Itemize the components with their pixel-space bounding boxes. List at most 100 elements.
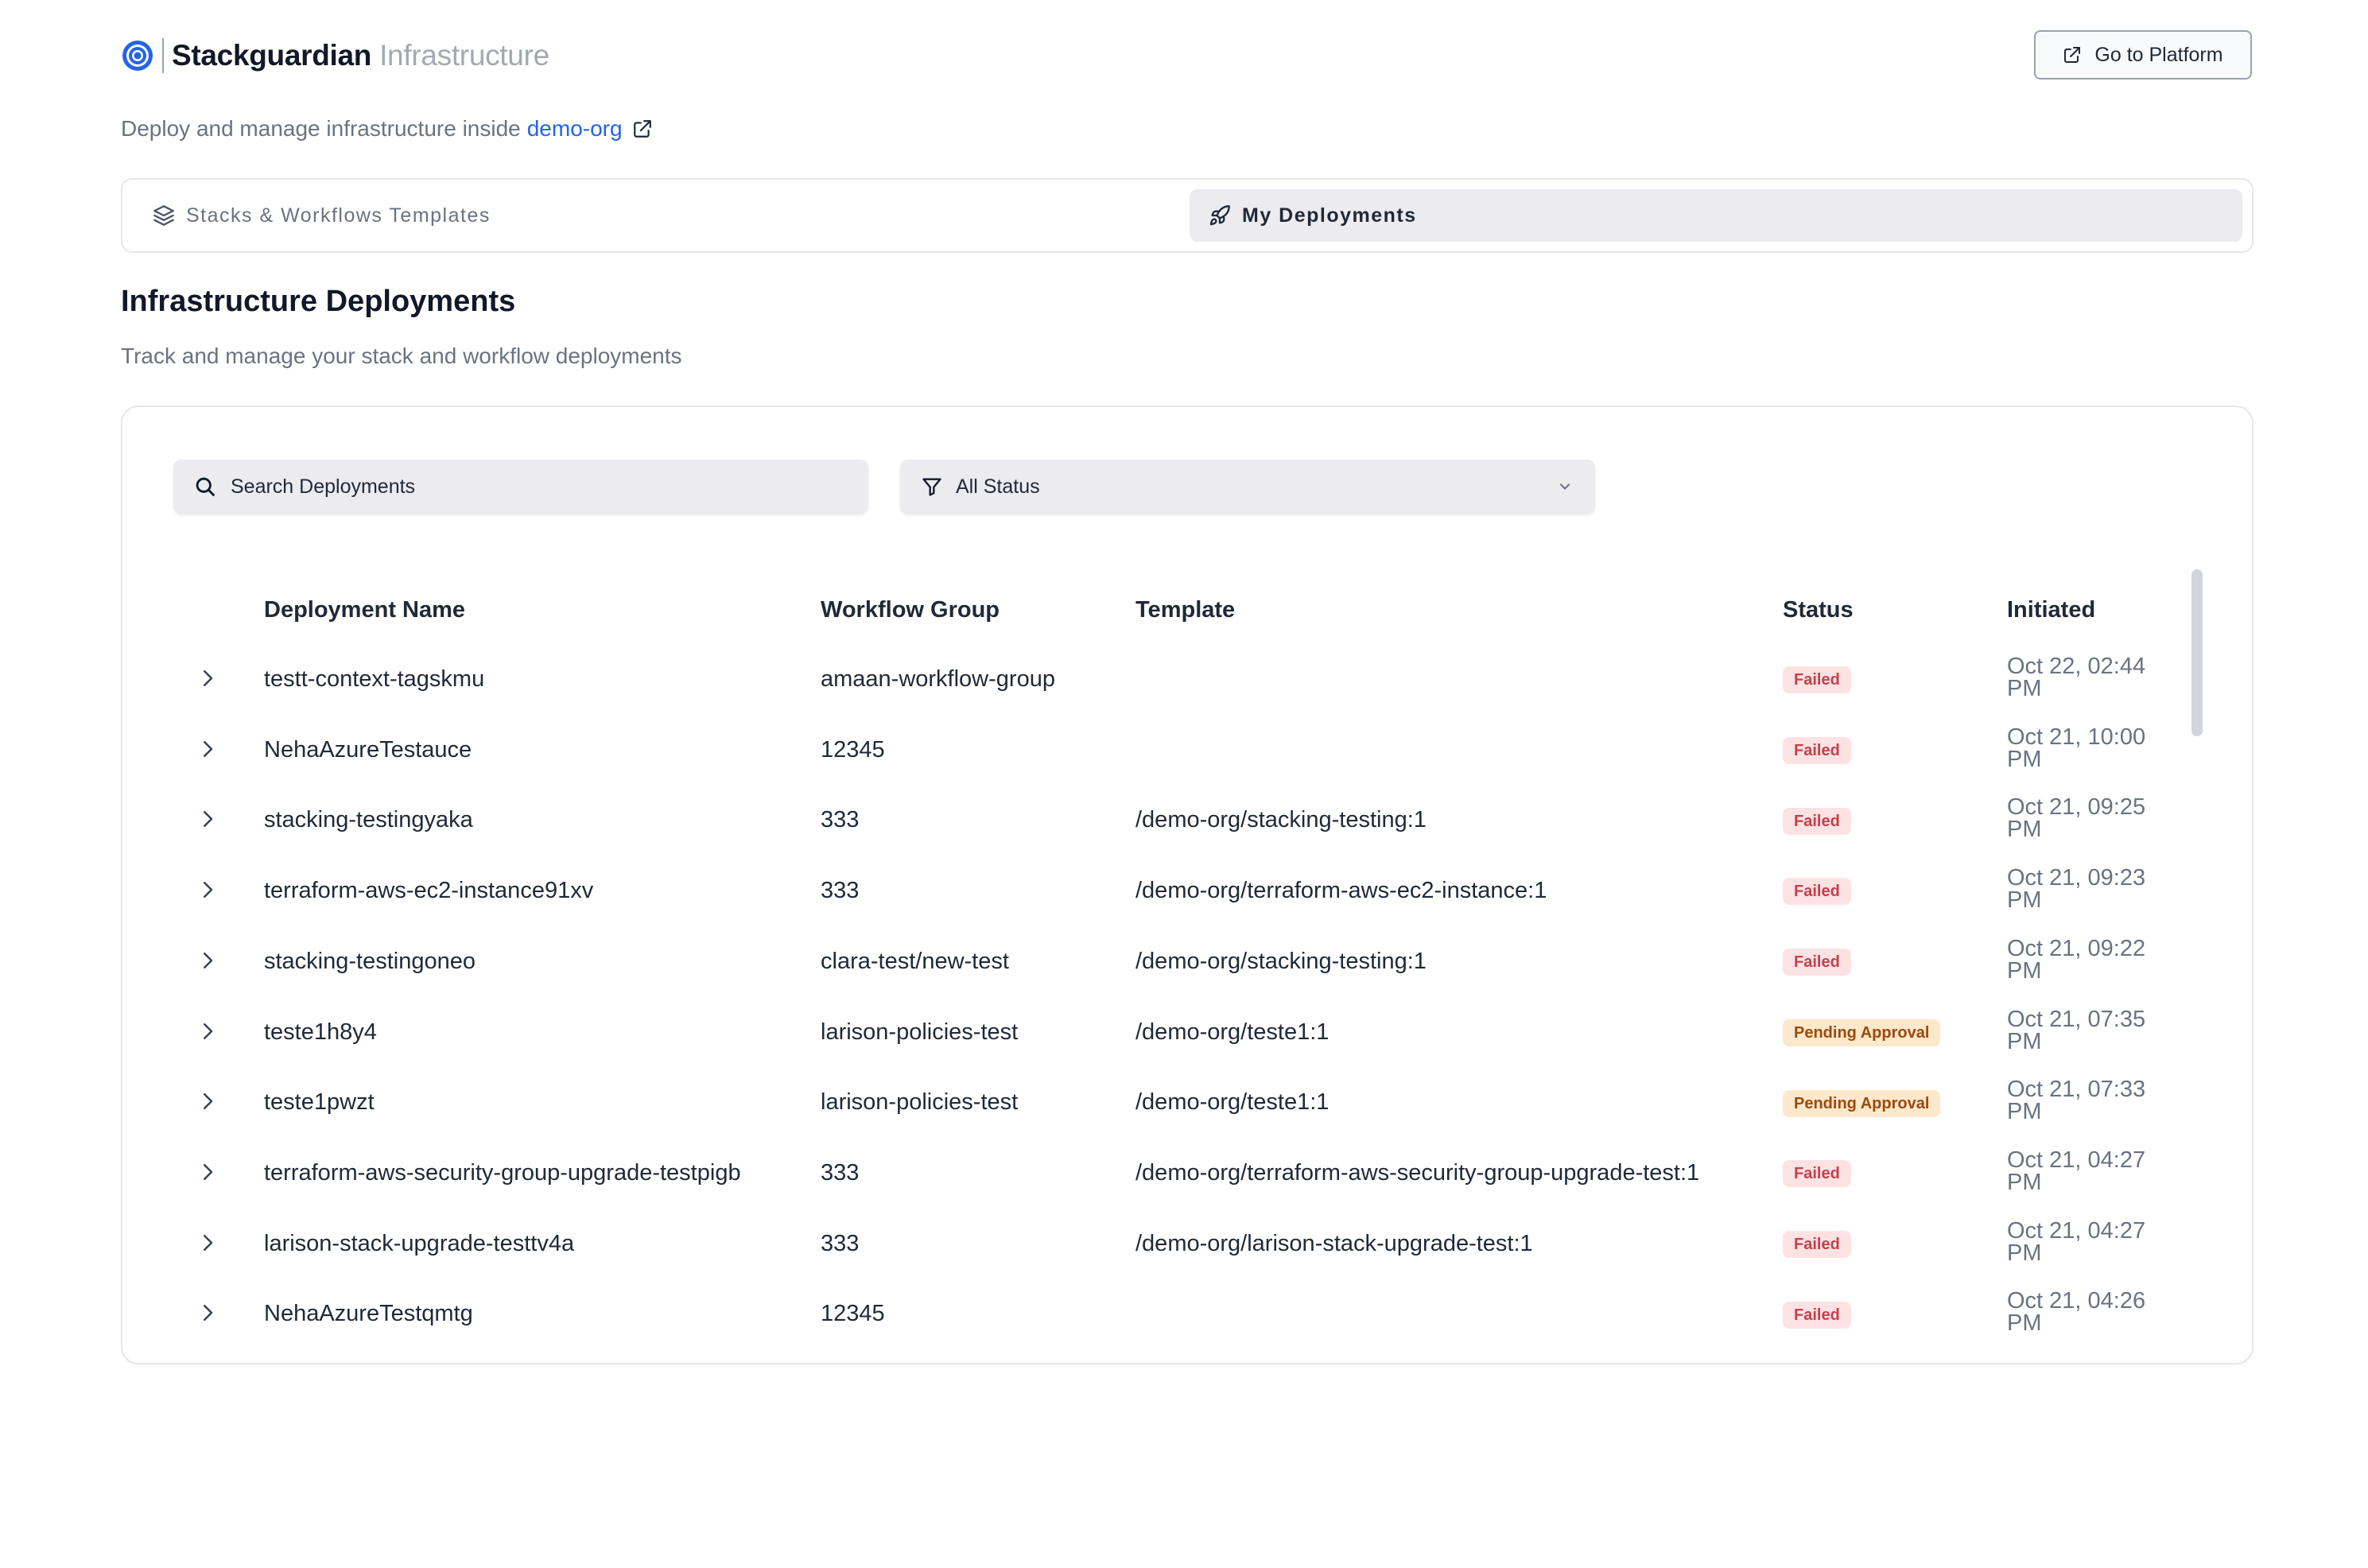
table-row[interactable]: stacking-testingyaka 333/demo-org/stackin… <box>122 785 2190 855</box>
brand-divider <box>162 38 164 73</box>
column-header-initiated[interactable]: Initiated <box>2007 574 2095 646</box>
deployment-name: NehaAzureTestauce <box>264 736 472 763</box>
stackguardian-logo-icon <box>122 41 153 71</box>
status-badge: Failed <box>1783 1160 1851 1188</box>
initiated-time: Oct 21, 09:22 PM <box>2007 935 2146 984</box>
status-badge: Failed <box>1783 737 1851 765</box>
section-subtitle: Track and manage your stack and workflow… <box>121 343 682 368</box>
deployment-name: stacking-testingyaka <box>264 807 473 833</box>
status-cell: Failed <box>1783 856 1851 926</box>
status-filter-dropdown[interactable]: All Status <box>900 460 1595 514</box>
status-badge: Failed <box>1783 949 1851 976</box>
initiated-time: Oct 22, 02:44 PM <box>2007 654 2146 701</box>
column-header-template[interactable]: Template <box>1135 574 1235 646</box>
search-box[interactable] <box>173 460 868 514</box>
status-badge: Failed <box>1783 878 1851 906</box>
tab-bar: Stacks & Workflows Templates My Deployme… <box>121 178 2253 253</box>
workflow-group: larison-policies-test <box>821 1019 1019 1045</box>
workflow-group: 12345 <box>821 736 885 763</box>
page-subtitle: Deploy and manage infrastructure inside … <box>121 116 653 142</box>
status-cell: Pending Approval <box>1783 997 1941 1067</box>
status-cell: Failed <box>1783 1209 1851 1279</box>
initiated-time: Oct 21, 09:23 PM <box>2007 865 2146 914</box>
workflow-group: amaan-workflow-group <box>821 666 1055 692</box>
tab-stacks-workflows-templates[interactable]: Stacks & Workflows Templates <box>153 189 630 242</box>
tab-my-deployments[interactable]: My Deployments <box>1190 189 2242 242</box>
table-row[interactable]: NehaAzureTestauce 12345 Failed Oct 21, 10:0… <box>122 715 2190 785</box>
chevron-right-icon[interactable] <box>196 1160 219 1184</box>
initiated-time: Oct 21, 04:27 PM <box>2007 1217 2146 1266</box>
deployment-name: terraform-aws-ec2-instance91xv <box>264 878 594 904</box>
template-path: /demo-org/terraform-aws-ec2-instance:1 <box>1135 878 1547 904</box>
rocket-icon <box>1209 205 1230 226</box>
chevron-right-icon[interactable] <box>196 1089 219 1113</box>
table-row[interactable]: teste1h8y4 larison-policies-test/demo-org… <box>122 997 2190 1067</box>
status-cell: Failed <box>1783 926 1851 996</box>
table-row[interactable]: terraform-aws-ec2-instance91xv 333/demo-o… <box>122 856 2190 926</box>
org-link[interactable]: demo-org <box>527 116 623 142</box>
status-badge: Failed <box>1783 1301 1851 1329</box>
external-link-icon[interactable] <box>632 118 653 139</box>
brand-name: Stackguardian <box>172 39 372 72</box>
table-row[interactable]: terraform-aws-security-group-upgrade-tes… <box>122 1138 2190 1208</box>
workflow-group: 333 <box>821 807 860 833</box>
chevron-right-icon[interactable] <box>196 1019 219 1043</box>
deployments-card: All Status Deployment Name Workflow Grou… <box>121 406 2253 1364</box>
status-badge: Failed <box>1783 1230 1851 1258</box>
search-input[interactable] <box>229 474 837 499</box>
workflow-group: 333 <box>821 1159 860 1186</box>
table-row[interactable]: stacking-testingoneo clara-test/new-test /… <box>122 926 2190 996</box>
deployment-name: stacking-testingoneo <box>264 948 476 974</box>
status-filter-value: All Status <box>956 475 1040 498</box>
chevron-right-icon[interactable] <box>196 737 219 761</box>
filter-icon <box>922 478 941 496</box>
deployment-name: testt-context-tagskmu <box>264 666 485 692</box>
workflow-group: 12345 <box>821 1301 885 1327</box>
initiated-time: Oct 21, 10:00 PM <box>2007 724 2146 772</box>
template-path: /demo-org/stacking-testing:1 <box>1135 807 1427 833</box>
template-path: /demo-org/stacking-testing:1 <box>1135 948 1427 974</box>
brand-product: Infrastructure <box>379 39 549 72</box>
status-badge: Failed <box>1783 807 1851 835</box>
deployment-name: terraform-aws-security-group-upgrade-tes… <box>264 1159 741 1186</box>
column-header-workflow-group[interactable]: Workflow Group <box>821 574 1000 646</box>
status-cell: Failed <box>1783 715 1851 785</box>
table-row[interactable]: larison-stack-upgrade-testtv4a 333/demo-o… <box>122 1209 2190 1279</box>
column-header-status[interactable]: Status <box>1783 574 1854 646</box>
table-row[interactable]: teste1pwzt larison-policies-test/demo-org… <box>122 1067 2190 1137</box>
layers-icon <box>153 205 174 226</box>
workflow-group: 333 <box>821 878 860 904</box>
status-cell: Failed <box>1783 644 1851 714</box>
table-scrollbar[interactable] <box>2191 569 2203 736</box>
workflow-group: clara-test/new-test <box>821 948 1009 974</box>
section-title: Infrastructure Deployments <box>121 285 516 318</box>
go-to-platform-button[interactable]: Go to Platform <box>2034 30 2252 80</box>
subtitle-text: Deploy and manage infrastructure inside <box>121 116 521 141</box>
status-badge: Pending Approval <box>1783 1089 1941 1117</box>
template-path: /demo-org/terraform-aws-security-group-u… <box>1135 1159 1700 1186</box>
status-cell: Failed <box>1783 1279 1851 1349</box>
column-header-deployment-name[interactable]: Deployment Name <box>264 574 465 646</box>
chevron-right-icon[interactable] <box>196 878 219 902</box>
template-path: /demo-org/teste1:1 <box>1135 1019 1330 1045</box>
initiated-time: Oct 21, 04:27 PM <box>2007 1147 2146 1195</box>
search-icon <box>196 477 215 496</box>
initiated-time: Oct 21, 04:26 PM <box>2007 1288 2146 1337</box>
table-row[interactable]: testt-context-tagskmu amaan-workflow-grou… <box>122 644 2190 714</box>
external-link-icon <box>2064 47 2081 63</box>
template-path: /demo-org/larison-stack-upgrade-test:1 <box>1135 1230 1533 1256</box>
table-row[interactable]: NehaAzureTestqmtg 12345 Failed Oct 21, 04:2… <box>122 1279 2190 1349</box>
deployment-name: teste1h8y4 <box>264 1019 377 1045</box>
deployment-name: teste1pwzt <box>264 1089 375 1116</box>
workflow-group: 333 <box>821 1230 860 1256</box>
status-badge: Pending Approval <box>1783 1019 1941 1046</box>
tab-label: Stacks & Workflows Templates <box>186 204 491 227</box>
chevron-right-icon[interactable] <box>196 1231 219 1255</box>
chevron-right-icon[interactable] <box>196 1301 219 1325</box>
chevron-right-icon[interactable] <box>196 807 219 831</box>
chevron-right-icon[interactable] <box>196 666 219 690</box>
chevron-right-icon[interactable] <box>196 949 219 972</box>
status-cell: Failed <box>1783 1138 1851 1208</box>
page: Stackguardian Infrastructure Go to Platf… <box>0 0 2368 1568</box>
initiated-time: Oct 21, 07:35 PM <box>2007 1006 2146 1054</box>
